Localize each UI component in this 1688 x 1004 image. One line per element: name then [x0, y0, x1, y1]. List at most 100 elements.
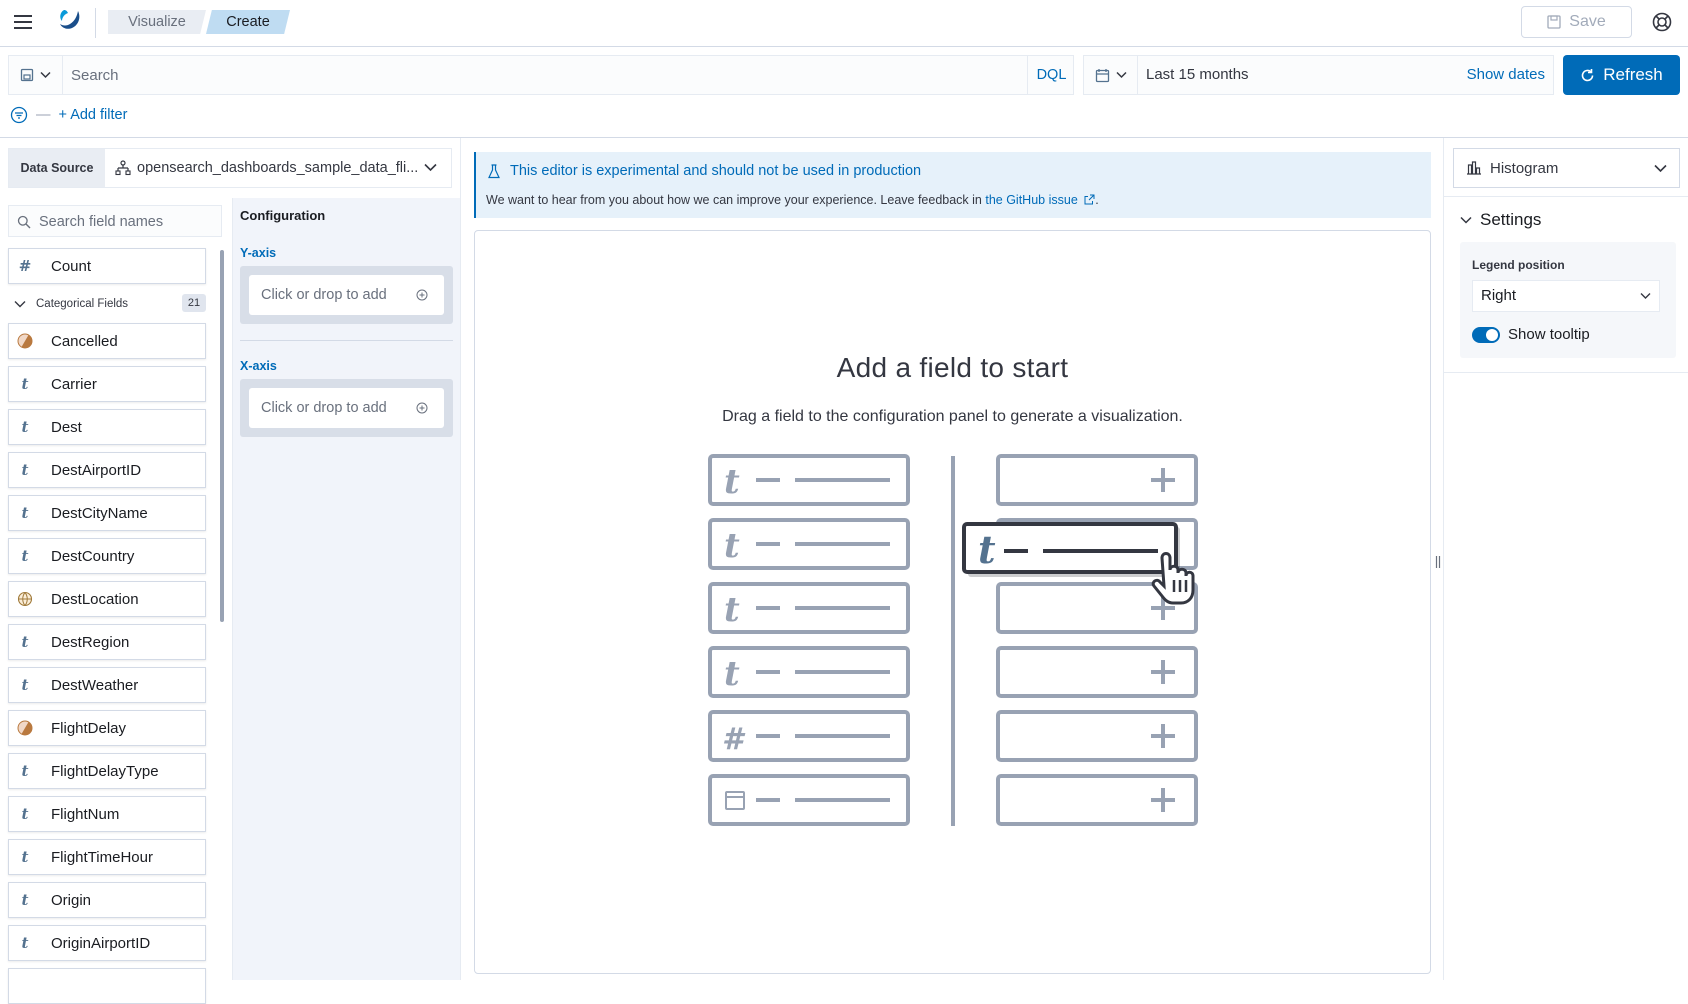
svg-text:t: t	[724, 590, 740, 630]
boolean-token-icon	[9, 711, 41, 745]
field-item[interactable]: t FlightNum	[8, 796, 206, 832]
svg-text:t: t	[724, 462, 740, 502]
field-list-scrollbar[interactable]	[220, 250, 224, 622]
field-name: FlightNum	[51, 805, 120, 823]
plus-circle-icon	[416, 289, 428, 301]
query-bar: DQL	[8, 55, 1074, 95]
geo-token-icon	[9, 582, 41, 616]
histogram-icon	[1467, 161, 1481, 175]
field-item[interactable]: t FlightDelayType	[8, 753, 206, 789]
string-token-icon: t	[21, 461, 29, 479]
filter-icon[interactable]	[10, 106, 28, 124]
field-item[interactable]: t DestCityName	[8, 495, 206, 531]
field-item[interactable]: FlightDelay	[8, 710, 206, 746]
quick-date-button[interactable]	[1084, 56, 1138, 94]
field-name: FlightTimeHour	[51, 848, 153, 866]
field-name: Carrier	[51, 375, 97, 393]
divider	[460, 138, 461, 980]
boolean-token-icon	[9, 324, 41, 358]
period: .	[1095, 193, 1099, 207]
string-token-icon: t	[21, 418, 29, 436]
field-search	[8, 205, 222, 237]
field-item[interactable]: t DestRegion	[8, 624, 206, 660]
legend-position-label: Legend position	[1472, 258, 1565, 272]
categorical-count-badge: 21	[182, 294, 206, 312]
add-filter-button[interactable]: + Add filter	[59, 107, 128, 123]
callout-body-wrap: We want to hear from you about how we ca…	[486, 193, 1099, 207]
configuration-title: Configuration	[240, 208, 326, 223]
field-item[interactable]: t Dest	[8, 409, 206, 445]
y-axis-label: Y-axis	[240, 246, 277, 260]
callout-body: We want to hear from you about how we ca…	[486, 193, 986, 207]
resize-handle-icon[interactable]	[1434, 555, 1442, 569]
field-count[interactable]: # Count	[8, 248, 206, 284]
field-item[interactable]: t DestAirportID	[8, 452, 206, 488]
callout-title: This editor is experimental and should n…	[510, 163, 922, 179]
github-issue-link[interactable]: the GitHub issue	[985, 193, 1077, 207]
field-search-input[interactable]	[39, 212, 217, 232]
saved-query-icon	[20, 68, 34, 82]
separator-dash: —	[36, 107, 51, 123]
show-dates-link[interactable]: Show dates	[1467, 56, 1545, 94]
save-label: Save	[1569, 13, 1606, 30]
field-item[interactable]: t DestCountry	[8, 538, 206, 574]
refresh-label: Refresh	[1603, 65, 1663, 84]
field-name: DestCityName	[51, 504, 148, 522]
field-name: DestLocation	[51, 590, 139, 608]
query-language-button[interactable]: DQL	[1027, 56, 1075, 94]
date-range-text[interactable]: Last 15 months	[1146, 56, 1249, 94]
saved-queries-button[interactable]	[9, 56, 63, 94]
string-token-icon: t	[21, 762, 29, 780]
calendar-icon	[1095, 68, 1109, 82]
visualization-type-selector[interactable]: Histogram	[1453, 148, 1680, 188]
string-token-icon: t	[21, 676, 29, 694]
menu-icon[interactable]	[14, 14, 34, 30]
help-icon[interactable]	[1651, 11, 1673, 33]
field-item[interactable]: Cancelled	[8, 323, 206, 359]
show-tooltip-toggle[interactable]	[1472, 326, 1500, 343]
field-name: Count	[51, 257, 92, 275]
data-source-selector[interactable]: Data Source opensearch_dashboards_sample…	[8, 148, 452, 188]
empty-state-title: Add a field to start	[836, 352, 1069, 383]
drag-field-illustration: t t t t # t	[708, 454, 1198, 826]
visualization-type-label: Histogram	[1490, 159, 1559, 177]
svg-text:#: #	[722, 722, 746, 757]
y-axis-add-button[interactable]: Click or drop to add	[249, 275, 444, 315]
external-link-icon	[1084, 194, 1095, 205]
field-item[interactable]: t OriginAirportID	[8, 925, 206, 961]
top-header: Visualize Create Save	[0, 0, 1688, 47]
field-item[interactable]: t Carrier	[8, 366, 206, 402]
legend-position-select[interactable]: Right	[1472, 280, 1660, 312]
breadcrumb-create: Create	[206, 10, 290, 34]
filter-row: — + Add filter	[10, 104, 127, 126]
refresh-button[interactable]: Refresh	[1563, 55, 1680, 95]
chevron-down-icon	[14, 301, 26, 308]
breadcrumb-visualize[interactable]: Visualize	[108, 10, 206, 34]
x-axis-label: X-axis	[240, 359, 277, 373]
opensearch-logo-icon[interactable]	[56, 7, 86, 37]
categorical-fields-header[interactable]: Categorical Fields 21	[8, 294, 206, 314]
drop-text: Click or drop to add	[261, 400, 387, 416]
field-name: Dest	[51, 418, 82, 436]
x-axis-add-button[interactable]: Click or drop to add	[249, 388, 444, 428]
field-item[interactable]: t DestWeather	[8, 667, 206, 703]
categorical-fields-label: Categorical Fields	[36, 298, 129, 310]
chevron-down-icon	[1654, 164, 1667, 173]
field-item[interactable]: DestLocation	[8, 581, 206, 617]
save-button[interactable]: Save	[1521, 6, 1632, 38]
field-item[interactable]	[8, 968, 206, 1004]
string-token-icon: t	[21, 547, 29, 565]
chevron-down-icon	[424, 163, 437, 172]
refresh-icon	[1581, 68, 1594, 81]
field-name: FlightDelayType	[51, 762, 159, 780]
string-token-icon: t	[21, 891, 29, 909]
string-token-icon: t	[21, 805, 29, 823]
divider	[0, 137, 1688, 138]
experimental-callout: This editor is experimental and should n…	[474, 152, 1431, 218]
settings-accordion[interactable]: Settings	[1460, 210, 1541, 230]
search-input[interactable]	[71, 64, 971, 86]
string-token-icon: t	[21, 633, 29, 651]
field-name: Origin	[51, 891, 92, 909]
field-item[interactable]: t FlightTimeHour	[8, 839, 206, 875]
field-item[interactable]: t Origin	[8, 882, 206, 918]
